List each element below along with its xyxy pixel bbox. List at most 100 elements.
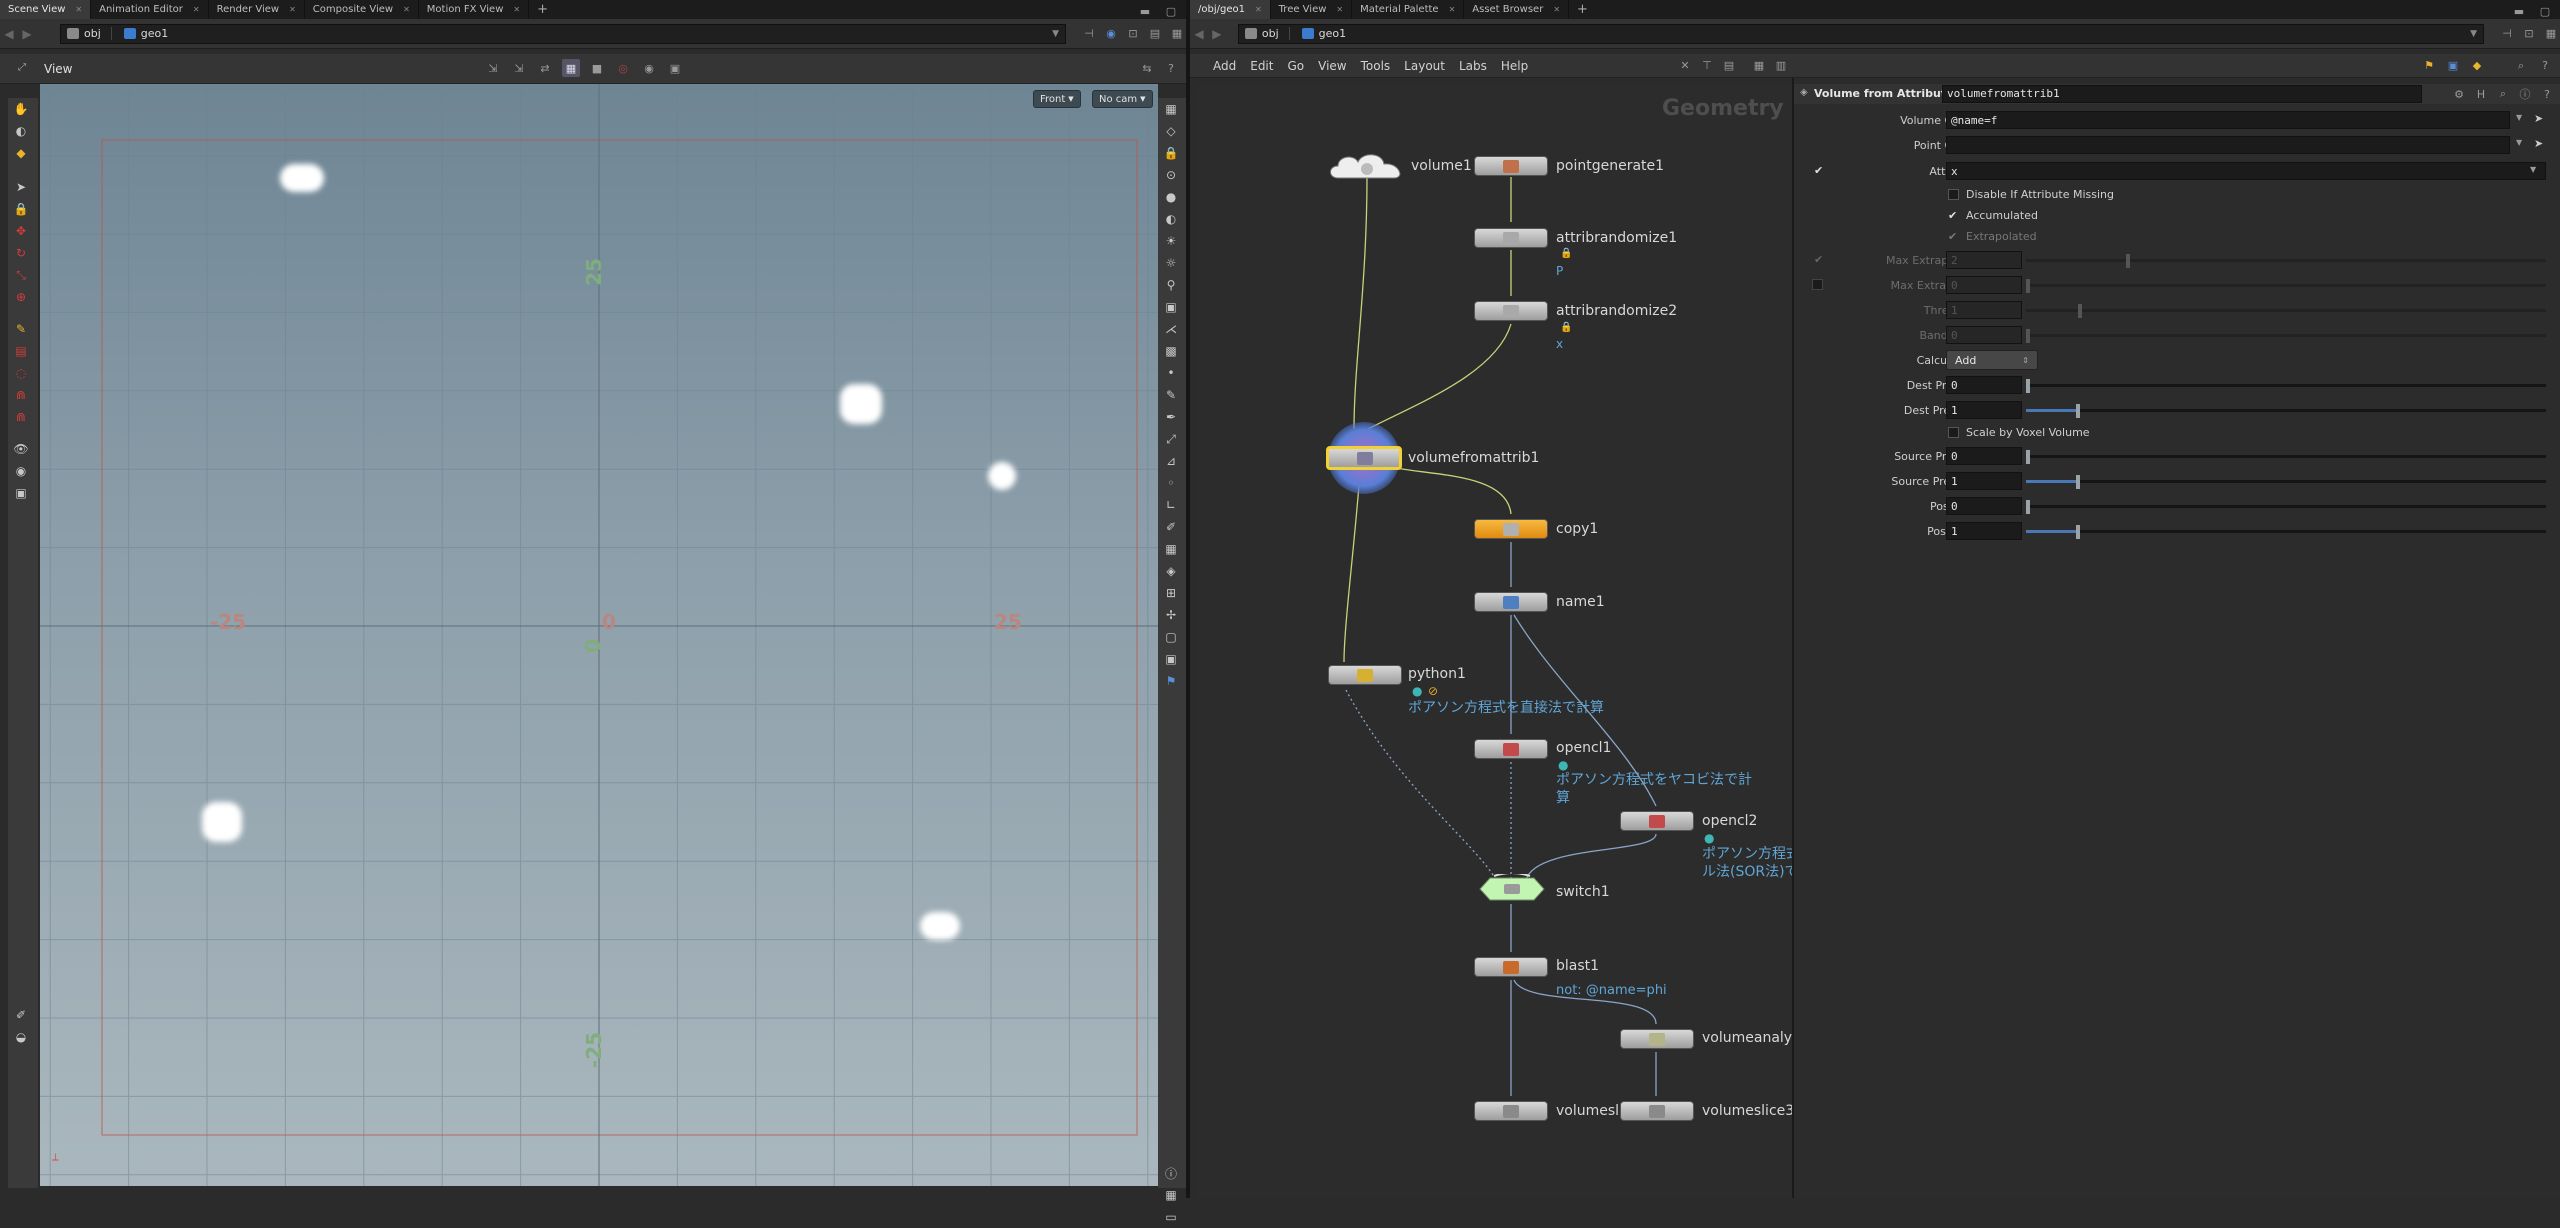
forward-arrow-icon[interactable]: ▶ [18, 27, 36, 41]
ghost-icon[interactable]: ⊙ [1158, 164, 1184, 186]
source-pre-add-slider[interactable] [2026, 450, 2546, 464]
search-icon[interactable]: ⌕ [2512, 57, 2530, 75]
scale-icon[interactable]: ⤢ [1158, 428, 1184, 450]
pane-divider[interactable] [1186, 0, 1190, 1198]
node-opencl1[interactable] [1474, 739, 1548, 759]
node-switch1[interactable] [1472, 872, 1552, 904]
pen-icon[interactable]: ✒ [1158, 406, 1184, 428]
post-add-field[interactable]: 0 [1946, 497, 2022, 515]
background-icon[interactable]: ■ [588, 59, 606, 77]
accumulated-checkbox[interactable]: ✔ [1948, 209, 1957, 222]
menu-edit[interactable]: Edit [1243, 59, 1280, 73]
node-name1[interactable] [1474, 592, 1548, 612]
grid-toggle-icon[interactable]: ▦ [562, 59, 580, 77]
close-icon[interactable]: ✕ [403, 5, 410, 14]
max-extrap-dist-slider[interactable] [2026, 279, 2546, 293]
magnet-icon[interactable]: ⋒ [8, 384, 34, 406]
tumble-icon[interactable]: ◐ [8, 120, 34, 142]
monitor-icon[interactable]: ▭ [1158, 1206, 1184, 1228]
tab-asset-browser[interactable]: Asset Browser ✕ [1464, 0, 1570, 19]
material-icon[interactable]: ◆ [2468, 57, 2486, 75]
chevron-down-icon[interactable]: ▼ [2516, 113, 2522, 122]
split-pane-icon[interactable]: ⊡ [1124, 25, 1142, 43]
handle-icon[interactable]: ⊕ [8, 286, 34, 308]
back-arrow-icon[interactable]: ◀ [1190, 27, 1208, 41]
threshold-slider[interactable] [2026, 304, 2546, 318]
tab-tree-view[interactable]: Tree View ✕ [1271, 0, 1353, 19]
brush-icon[interactable]: ✎ [1158, 384, 1184, 406]
record-icon[interactable]: ◎ [614, 59, 632, 77]
menu-view[interactable]: View [1311, 59, 1353, 73]
align-icon[interactable]: ⊿ [1158, 450, 1184, 472]
tab-material-palette[interactable]: Material Palette ✕ [1352, 0, 1465, 19]
point-icon[interactable]: ◦ [1158, 472, 1184, 494]
view-dropdown[interactable]: Front ▼ [1033, 90, 1081, 108]
gear-icon[interactable]: ⚙ [2450, 85, 2468, 103]
node-blast1[interactable] [1474, 957, 1548, 977]
link-icon[interactable]: ⊡ [2520, 25, 2538, 43]
car-icon[interactable]: ◒ [8, 1026, 34, 1048]
node-volumeslice3[interactable] [1620, 1101, 1694, 1121]
dest-pre-add-field[interactable]: 0 [1946, 376, 2022, 394]
list-icon[interactable]: ▤ [1720, 57, 1738, 75]
bandwidth-slider[interactable] [2026, 329, 2546, 343]
texture-icon[interactable]: ▩ [1158, 340, 1184, 362]
transform-tool-icon[interactable]: ⇄ [536, 59, 554, 77]
bulb-alt-icon[interactable]: ☼ [1158, 252, 1184, 274]
toggle-check-icon[interactable]: ✔ [1814, 164, 1823, 177]
add-tab-button[interactable]: + [529, 2, 556, 17]
snap-tool-icon[interactable]: ⇲ [510, 59, 528, 77]
shading-icon[interactable]: ◇ [1158, 120, 1184, 142]
lock-camera-icon[interactable]: 🔒 [1158, 142, 1184, 164]
snapshot-icon[interactable]: ▣ [666, 59, 684, 77]
select-arrow-icon[interactable]: ➤ [8, 176, 34, 198]
breadcrumb-obj[interactable]: obj [67, 27, 112, 40]
mesh-icon[interactable]: ⊞ [1158, 582, 1184, 604]
dest-pre-add-slider[interactable] [2026, 379, 2546, 393]
disable-missing-checkbox[interactable] [1948, 189, 1959, 200]
pose-icon[interactable]: ✎ [8, 318, 34, 340]
menu-labs[interactable]: Labs [1452, 59, 1494, 73]
viewer-grip-icon[interactable]: ⤢ [18, 62, 26, 73]
tab-animation-editor[interactable]: Animation Editor ✕ [91, 0, 209, 19]
menu-layout[interactable]: Layout [1397, 59, 1452, 73]
rotate-icon[interactable]: ↻ [8, 242, 34, 264]
move-icon[interactable]: ✥ [8, 220, 34, 242]
node-volumeslice[interactable] [1474, 1101, 1548, 1121]
box-icon[interactable]: ▢ [1158, 626, 1184, 648]
help-icon[interactable]: ? [2538, 85, 2556, 103]
chevron-down-icon[interactable]: ▼ [2516, 138, 2522, 147]
link-icon[interactable]: ◉ [1102, 25, 1120, 43]
path-field[interactable]: obj geo1 ▼ [60, 23, 1066, 44]
close-icon[interactable]: ✕ [193, 5, 200, 14]
dot-icon[interactable]: • [1158, 362, 1184, 384]
point-group-field[interactable] [1946, 136, 2510, 154]
pin-icon[interactable]: ⊣ [1080, 25, 1098, 43]
chevron-down-icon[interactable]: ▼ [1052, 29, 1059, 39]
max-extrap-cells-slider[interactable] [2026, 254, 2546, 268]
node-name-field[interactable]: volumefromattrib1 [1942, 85, 2422, 103]
tab-render-view[interactable]: Render View ✕ [209, 0, 305, 19]
toggle-check-icon[interactable]: ✔ [1814, 253, 1823, 266]
palette-icon[interactable]: ▣ [2444, 57, 2462, 75]
render-region-icon[interactable]: ▣ [8, 482, 34, 504]
flag-icon[interactable]: ⚑ [2420, 57, 2438, 75]
hq-icon[interactable]: H [2472, 85, 2490, 103]
layout-icon[interactable]: ▥ [1772, 57, 1790, 75]
view-icon[interactable]: 👁 [8, 438, 34, 460]
pin-icon[interactable]: ⊣ [2498, 25, 2516, 43]
forward-arrow-icon[interactable]: ▶ [1208, 27, 1226, 41]
maximize-icon[interactable]: ▢ [2536, 2, 2554, 20]
info-icon[interactable]: ⓘ [2516, 85, 2534, 103]
menu-add[interactable]: Add [1206, 59, 1243, 73]
post-mult-slider[interactable] [2026, 525, 2546, 539]
threshold-field[interactable]: 1 [1946, 301, 2022, 319]
dest-pre-mult-slider[interactable] [2026, 404, 2546, 418]
close-icon[interactable]: ✕ [513, 5, 520, 14]
layout-icon[interactable]: ▦ [1168, 25, 1186, 43]
extrapolated-checkbox[interactable]: ✔ [1948, 230, 1957, 243]
sphere-icon[interactable]: ● [1158, 186, 1184, 208]
grid-view-icon[interactable]: ▦ [1750, 57, 1768, 75]
scale-voxel-checkbox[interactable] [1948, 427, 1959, 438]
layout-icon[interactable]: ▦ [1158, 1184, 1184, 1206]
